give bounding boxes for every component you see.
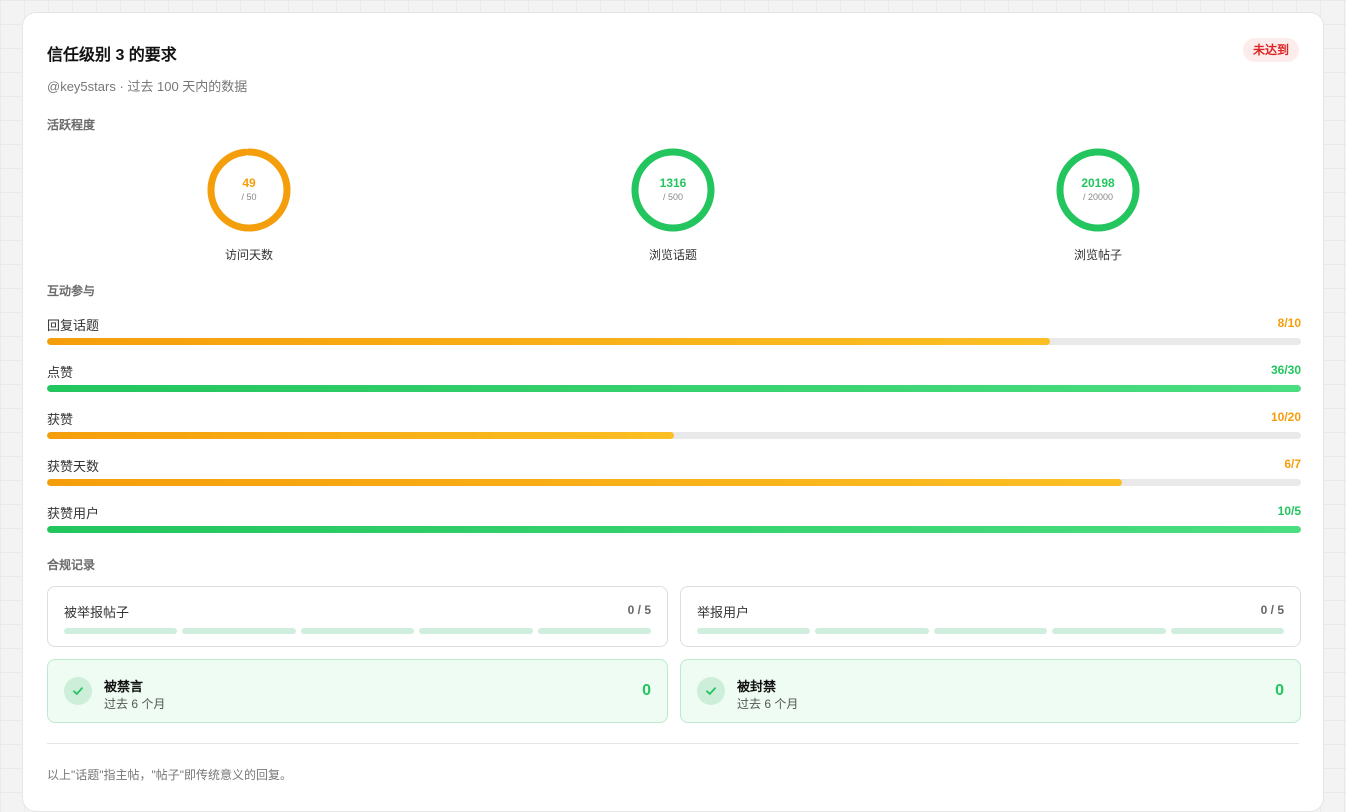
check-icon (697, 677, 725, 705)
progress-row-likes-received: 获赞 10/20 (47, 409, 1301, 439)
penalty-period: 过去 6 个月 (737, 697, 799, 711)
ring-chart: 49 / 50 (207, 148, 291, 232)
progress-row-liked-days: 获赞天数 6/7 (47, 456, 1301, 486)
penalty-count: 0 (642, 682, 651, 699)
ring-topics-viewed: 1316 / 500 浏览话题 (613, 146, 733, 263)
penalty-period: 过去 6 个月 (104, 697, 166, 711)
ring-posts-viewed: 20198 / 20000 浏览帖子 (1038, 146, 1158, 263)
ring-target: / 50 (241, 192, 256, 202)
ring-label: 浏览帖子 (1073, 248, 1122, 262)
progress-track (47, 432, 1301, 439)
progress-value: 10/5 (1277, 504, 1301, 518)
check-icon (64, 677, 92, 705)
ring-visit-days: 49 / 50 访问天数 (189, 146, 309, 263)
segment (815, 628, 929, 634)
penalty-title: 被封禁 (737, 679, 777, 694)
status-badge: 未达到 (1242, 38, 1299, 62)
progress-fill (47, 526, 1301, 533)
progress-label: 点赞 (47, 365, 74, 380)
penalty-count: 0 (1275, 682, 1284, 699)
page-title: 信任级别 3 的要求 (47, 47, 177, 64)
ring-value: 1316 (660, 176, 687, 190)
progress-value: 8/10 (1277, 316, 1301, 330)
section-title-interaction: 互动参与 (47, 284, 96, 298)
progress-row-liked-users: 获赞用户 10/5 (47, 503, 1301, 533)
progress-fill (47, 432, 674, 439)
progress-track (47, 385, 1301, 392)
progress-track (47, 338, 1301, 345)
ring-progress (1056, 148, 1140, 232)
ring-progress (207, 148, 291, 232)
ring-target: / 500 (663, 192, 683, 202)
segment (1170, 628, 1285, 634)
segment-bar (64, 628, 652, 634)
segment (1052, 628, 1166, 634)
report-label: 举报用户 (697, 605, 750, 620)
ring-progress (631, 148, 715, 232)
ring-label: 浏览话题 (648, 248, 697, 262)
segment (537, 628, 652, 634)
reported-users-box: 举报用户 0 / 5 (680, 586, 1301, 647)
ring-label: 访问天数 (224, 248, 273, 262)
progress-fill (47, 385, 1301, 392)
ring-chart: 1316 / 500 (631, 148, 715, 232)
progress-track (47, 479, 1301, 486)
section-title-compliance: 合规记录 (47, 558, 96, 572)
progress-row-replies: 回复话题 8/10 (47, 315, 1301, 345)
silenced-box: 被禁言 过去 6 个月 0 (47, 659, 668, 723)
progress-fill (47, 479, 1122, 486)
progress-label: 获赞 (47, 412, 74, 427)
progress-row-likes-given: 点赞 36/30 (47, 362, 1301, 392)
section-title-activity: 活跃程度 (47, 118, 96, 132)
penalty-title: 被禁言 (104, 679, 144, 694)
page-subtitle: @key5stars · 过去 100 天内的数据 (47, 79, 248, 94)
progress-label: 获赞用户 (47, 506, 100, 521)
footer-note: 以上"话题"指主帖，"帖子"即传统意义的回复。 (47, 768, 293, 782)
card-content: 信任级别 3 的要求 未达到 @key5stars · 过去 100 天内的数据… (47, 13, 1301, 811)
ring-value: 20198 (1081, 176, 1115, 190)
segment (182, 628, 296, 634)
segment (64, 628, 178, 634)
ring-value: 49 (242, 176, 256, 190)
progress-track (47, 526, 1301, 533)
segment (933, 628, 1048, 634)
progress-value: 36/30 (1270, 363, 1301, 377)
segment (697, 628, 811, 634)
reported-posts-box: 被举报帖子 0 / 5 (47, 586, 668, 647)
segment (300, 628, 415, 634)
report-value: 0 / 5 (627, 603, 651, 617)
progress-value: 10/20 (1270, 410, 1301, 424)
footer-divider (47, 743, 1299, 744)
ring-target: / 20000 (1083, 192, 1113, 202)
segment-bar (697, 628, 1285, 634)
progress-label: 获赞天数 (47, 459, 100, 474)
ring-chart: 20198 / 20000 (1056, 148, 1140, 232)
progress-value: 6/7 (1284, 457, 1301, 471)
progress-fill (47, 338, 1051, 345)
progress-label: 回复话题 (47, 318, 100, 333)
report-label: 被举报帖子 (64, 605, 130, 620)
report-value: 0 / 5 (1260, 603, 1284, 617)
segment (419, 628, 533, 634)
suspended-box: 被封禁 过去 6 个月 0 (680, 659, 1301, 723)
trust-level-card: 信任级别 3 的要求 未达到 @key5stars · 过去 100 天内的数据… (22, 12, 1324, 812)
